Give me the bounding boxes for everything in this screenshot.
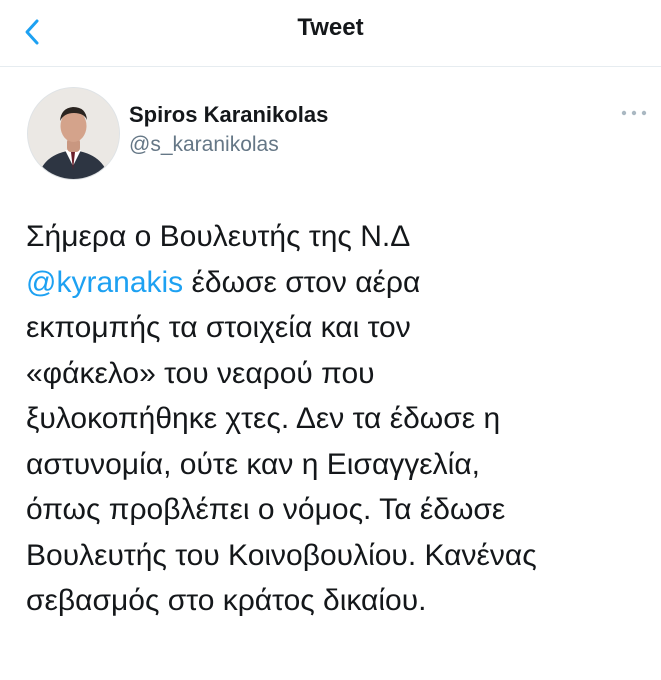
tweet-screen: Tweet Spiros Karanikolas @s_karanikolas … bbox=[0, 0, 661, 680]
top-bar: Tweet bbox=[0, 0, 661, 67]
tweet-line: όπως προβλέπει ο νόμος. Τα έδωσε bbox=[26, 493, 506, 526]
tweet-line: @kyranakis έδωσε στον αέρα bbox=[26, 260, 646, 306]
mention-link[interactable]: @kyranakis bbox=[26, 266, 183, 299]
tweet-body: Σήμερα ο Βουλευτής της Ν.Δ @kyranakis έδ… bbox=[26, 214, 646, 624]
tweet-line-text: έδωσε στον αέρα bbox=[183, 265, 421, 299]
profile-photo-icon bbox=[28, 88, 119, 179]
tweet-line: εκπομπής τα στοιχεία και τον bbox=[26, 311, 411, 344]
page-title: Tweet bbox=[297, 14, 364, 41]
avatar[interactable] bbox=[27, 87, 120, 180]
tweet-line: «φάκελο» του νεαρού που bbox=[26, 356, 375, 390]
tweet-line: Σήμερα ο Βουλευτής της Ν.Δ bbox=[26, 220, 411, 253]
tweet-line: αστυνομία, ούτε καν η Εισαγγελία, bbox=[26, 447, 480, 481]
more-horizontal-icon bbox=[621, 110, 647, 116]
tweet-line: ξυλοκοπήθηκε χτες. Δεν τα έδωσε η bbox=[26, 402, 501, 435]
author-handle[interactable]: @s_karanikolas bbox=[129, 133, 279, 157]
tweet-line: Βουλευτής του Κοινοβουλίου. Κανένας bbox=[26, 538, 537, 572]
more-options-button[interactable] bbox=[617, 103, 651, 123]
author-display-name[interactable]: Spiros Karanikolas bbox=[129, 102, 328, 128]
tweet-line: σεβασμός στο κράτος δικαίου. bbox=[26, 584, 427, 617]
